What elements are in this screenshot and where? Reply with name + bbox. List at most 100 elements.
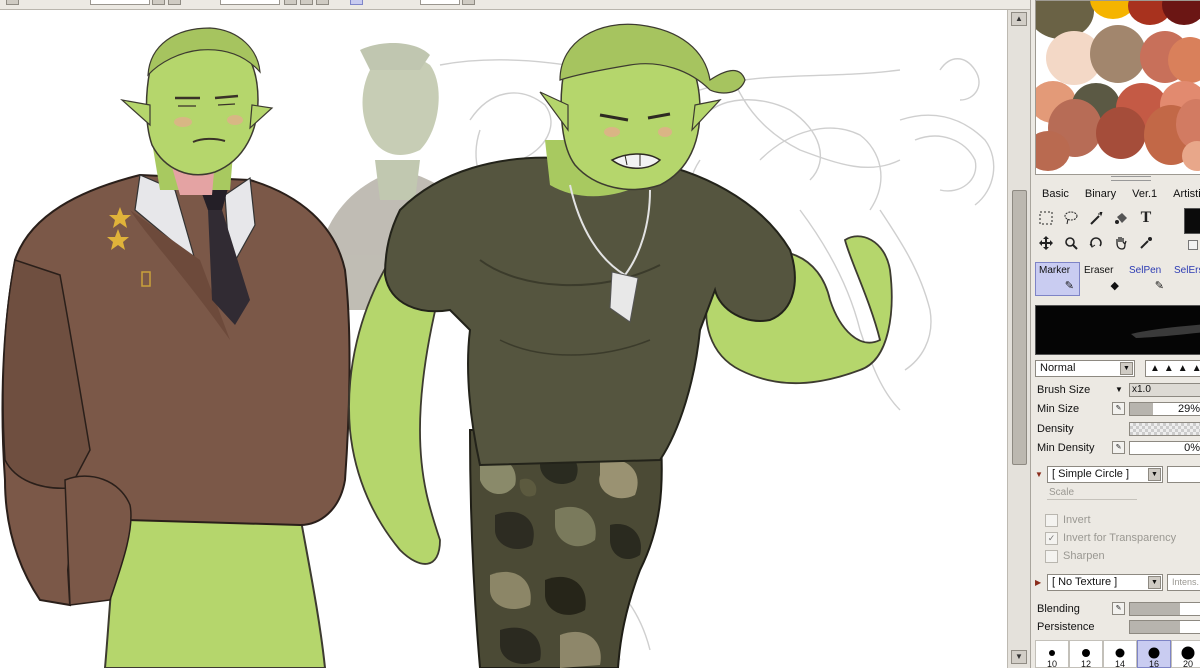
expand-arrow-icon[interactable]: ▼ xyxy=(1035,470,1043,479)
size-preset-16[interactable]: 16 xyxy=(1137,640,1171,668)
chevron-down-icon[interactable]: ▼ xyxy=(1115,382,1123,398)
zoom-field[interactable] xyxy=(90,0,150,5)
size-preset-10[interactable]: 10 xyxy=(1035,640,1069,668)
size-preset-12[interactable]: 12 xyxy=(1069,640,1103,668)
min-density-value: 0% xyxy=(1184,442,1200,454)
scrollbar-thumb[interactable] xyxy=(1012,190,1027,465)
eyedropper-icon[interactable] xyxy=(1135,233,1157,253)
eraser-icon: ◆ xyxy=(1110,280,1119,292)
brush-eraser[interactable]: Eraser ◆ xyxy=(1080,262,1125,296)
left-orc-figure xyxy=(1,27,351,668)
checkbox-label: Sharpen xyxy=(1063,550,1105,562)
size-preset-14[interactable]: 14 xyxy=(1103,640,1137,668)
palette-swatch[interactable] xyxy=(1096,107,1146,159)
persistence-row: Persistence xyxy=(1037,619,1200,635)
primary-color-box[interactable] xyxy=(1184,208,1200,234)
pressure-lock-icon[interactable]: ✎ xyxy=(1112,602,1125,615)
palette-swatch[interactable] xyxy=(1182,141,1200,171)
collapse-arrow-icon[interactable]: ▶ xyxy=(1035,578,1041,587)
texture-select-value: [ No Texture ] xyxy=(1052,576,1118,588)
texture-intensity-label: Intens. xyxy=(1172,577,1200,587)
chevron-down-icon: ▼ xyxy=(1148,576,1161,589)
min-size-row: Min Size ✎ 29% xyxy=(1037,401,1200,417)
shape-strength-field[interactable] xyxy=(1167,466,1200,483)
tab-ver1[interactable]: Ver.1 xyxy=(1125,185,1164,202)
rotate-left-button[interactable] xyxy=(284,0,297,5)
checkbox-label: Invert xyxy=(1063,514,1091,526)
scroll-up-icon[interactable]: ▲ xyxy=(1011,12,1027,26)
tab-basic[interactable]: Basic xyxy=(1035,185,1076,202)
move-icon[interactable] xyxy=(1035,233,1057,253)
palette-swatch[interactable] xyxy=(1162,1,1200,25)
rotate-field[interactable] xyxy=(220,0,280,5)
brush-selers[interactable]: SelErs ◇ xyxy=(1170,262,1200,296)
swap-colors-icon[interactable] xyxy=(1188,240,1198,250)
scale-track[interactable] xyxy=(1047,499,1137,500)
shape-select-value: [ Simple Circle ] xyxy=(1052,468,1130,480)
pressure-lock-icon[interactable]: ✎ xyxy=(1112,402,1125,415)
flip-button[interactable] xyxy=(350,0,363,5)
size-preset-label: 10 xyxy=(1046,659,1057,668)
zoom-reset-button[interactable] xyxy=(152,0,165,5)
tab-artistic[interactable]: Artistic xyxy=(1166,185,1200,202)
selpen-icon: ✎ xyxy=(1154,280,1164,292)
brush-tip-shapes[interactable]: ▲▲▲▲ xyxy=(1145,360,1200,377)
pressure-lock-icon[interactable]: ✎ xyxy=(1112,441,1125,454)
blending-slider[interactable] xyxy=(1129,602,1200,616)
stabilizer-dropdown[interactable] xyxy=(462,0,475,5)
invert-checkbox[interactable]: Invert xyxy=(1045,512,1091,528)
brush-marker[interactable]: Marker ✎ xyxy=(1035,262,1080,296)
min-size-slider[interactable]: 29% xyxy=(1129,402,1200,416)
rect-select-icon[interactable] xyxy=(1035,208,1057,228)
text-icon[interactable]: T xyxy=(1135,208,1157,228)
stabilizer-field[interactable] xyxy=(420,0,460,5)
color-palette[interactable] xyxy=(1035,0,1200,175)
size-preset-20[interactable]: 20 xyxy=(1171,640,1200,668)
drawing-canvas[interactable] xyxy=(0,10,1007,668)
min-density-slider[interactable]: 0% xyxy=(1129,441,1200,455)
blend-mode-select[interactable]: Normal ▼ xyxy=(1035,360,1135,377)
fill-bucket-icon[interactable] xyxy=(1110,208,1132,228)
brush-selpen[interactable]: SelPen ✎ xyxy=(1125,262,1170,296)
brush-size-row: Brush Size ▼ x1.0 xyxy=(1037,382,1200,398)
panel-divider-grip[interactable] xyxy=(1111,176,1151,181)
rotate-reset-button[interactable] xyxy=(316,0,329,5)
lasso-icon[interactable] xyxy=(1060,208,1082,228)
tab-binary[interactable]: Binary xyxy=(1078,185,1123,202)
min-size-value: 29% xyxy=(1177,403,1200,415)
dot-icon xyxy=(1181,646,1195,660)
brush-size-multiplier[interactable]: x1.0 xyxy=(1129,383,1200,397)
brush-label: Marker xyxy=(1039,265,1071,276)
shape-select[interactable]: [ Simple Circle ] ▼ xyxy=(1047,466,1163,483)
rotate-icon[interactable] xyxy=(1085,233,1107,253)
scale-label: Scale xyxy=(1049,487,1075,498)
invert-transparency-checkbox[interactable]: ✓ Invert for Transparency xyxy=(1045,530,1176,546)
dot-icon xyxy=(1082,649,1090,657)
zoom-out-button[interactable] xyxy=(168,0,181,5)
artwork xyxy=(1,23,995,668)
brush-size-presets: 10 12 14 16 20 xyxy=(1035,640,1200,668)
rotate-right-button[interactable] xyxy=(300,0,313,5)
checkbox-label: Invert for Transparency xyxy=(1063,532,1177,544)
texture-select[interactable]: [ No Texture ] ▼ xyxy=(1047,574,1163,591)
texture-intensity-field[interactable]: Intens. xyxy=(1167,574,1200,591)
brush-stroke-preview xyxy=(1035,305,1200,355)
palette-swatch[interactable] xyxy=(1090,25,1146,83)
toolbar-button[interactable] xyxy=(6,0,19,5)
hand-icon[interactable] xyxy=(1110,233,1132,253)
canvas-vertical-scrollbar[interactable]: ▲ ▼ xyxy=(1007,10,1030,668)
persistence-label: Persistence xyxy=(1037,621,1095,633)
persistence-slider[interactable] xyxy=(1129,620,1200,634)
check-icon: ✓ xyxy=(1045,532,1058,545)
size-preset-label: 16 xyxy=(1148,659,1159,668)
density-slider[interactable] xyxy=(1129,422,1200,436)
blending-row: Blending ✎ xyxy=(1037,601,1200,617)
blend-mode-value: Normal xyxy=(1040,362,1076,374)
zoom-icon[interactable] xyxy=(1060,233,1082,253)
density-label: Density xyxy=(1037,423,1074,435)
magic-wand-icon[interactable] xyxy=(1085,208,1107,228)
scroll-down-icon[interactable]: ▼ xyxy=(1011,650,1027,664)
sharpen-checkbox[interactable]: Sharpen xyxy=(1045,548,1105,564)
dot-icon xyxy=(1049,650,1055,656)
dot-icon xyxy=(1148,647,1160,659)
